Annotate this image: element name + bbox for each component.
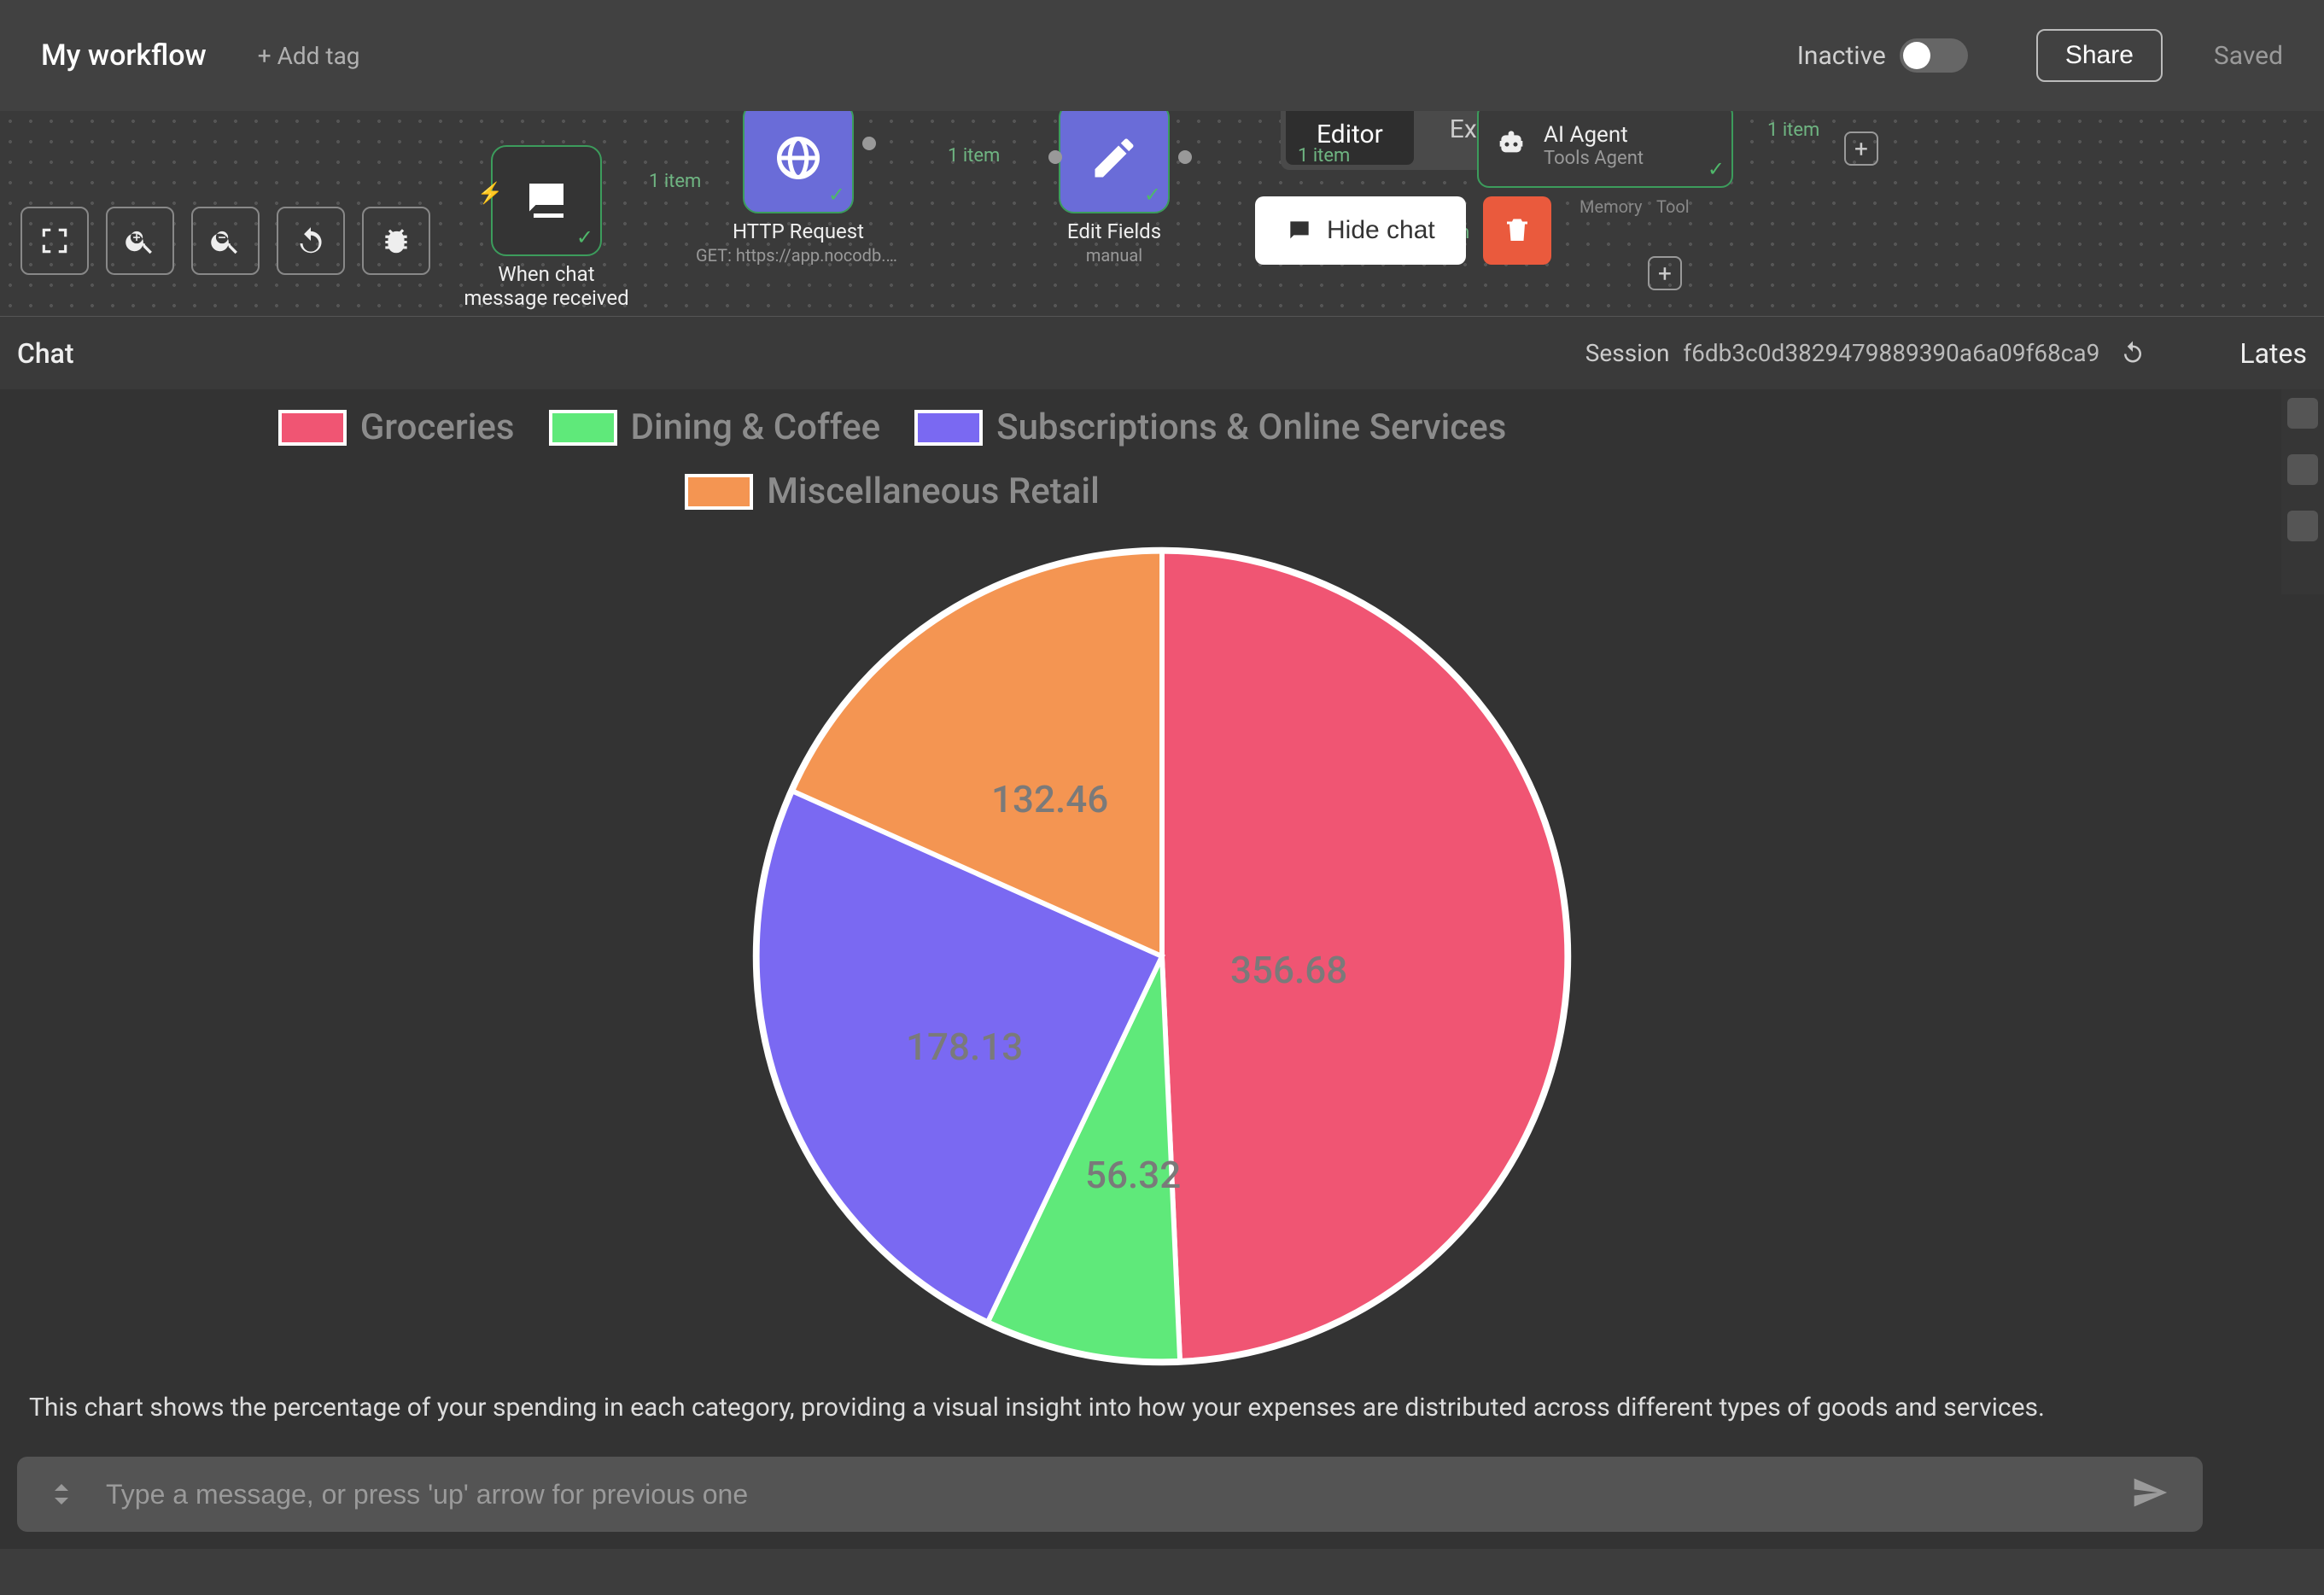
refresh-session-button[interactable]	[2120, 339, 2146, 368]
edge-label: 1 item	[649, 171, 701, 192]
pie-slice-value: 178.13	[906, 1025, 1023, 1069]
legend-label: Miscellaneous Retail	[767, 470, 1100, 512]
pie-slice-value: 56.32	[1085, 1153, 1181, 1197]
expand-icon	[38, 225, 71, 257]
zoom-in-button[interactable]	[106, 207, 174, 275]
legend-label: Subscriptions & Online Services	[996, 406, 1506, 448]
legend-label: Groceries	[360, 406, 515, 448]
app-header: My workflow + Add tag Inactive Share Sav…	[0, 0, 2324, 111]
chat-content: Groceries Dining & Coffee Subscriptions …	[0, 389, 2324, 1440]
session-label: Session	[1585, 339, 1670, 367]
fit-view-button[interactable]	[20, 207, 89, 275]
chat-icon	[521, 175, 572, 226]
legend-item[interactable]: Groceries	[278, 406, 515, 448]
zoom-out-icon	[209, 225, 242, 257]
legend-swatch	[685, 474, 753, 510]
node-subtitle: Tools Agent	[1544, 148, 1644, 169]
check-icon: ✓	[1708, 157, 1725, 181]
hide-chat-button[interactable]: Hide chat	[1255, 196, 1466, 265]
input-port[interactable]	[1048, 150, 1062, 164]
edge-label: 1 item	[1298, 145, 1350, 167]
node-chat-trigger[interactable]: ⚡ ✓ When chat message received	[491, 145, 602, 256]
chat-icon	[1286, 217, 1313, 244]
inactive-label: Inactive	[1797, 41, 1886, 71]
node-label: HTTP Request GET: https://app.nocodb.com…	[696, 219, 901, 266]
node-label: When chat message received	[461, 262, 632, 310]
debug-button[interactable]	[362, 207, 430, 275]
pie-slice-value: 132.46	[991, 777, 1108, 821]
latest-panel-label[interactable]: Lates	[2239, 337, 2307, 370]
node-edit-fields[interactable]: ✓ Edit Fields manual	[1059, 111, 1170, 213]
port-tool[interactable]: Tool	[1656, 196, 1690, 217]
log-sidebar[interactable]	[2281, 389, 2324, 594]
legend-item[interactable]: Subscriptions & Online Services	[914, 406, 1506, 448]
legend-swatch	[278, 410, 347, 446]
active-toggle[interactable]	[1900, 38, 1968, 73]
canvas-toolbar	[20, 207, 430, 275]
undo-button[interactable]	[277, 207, 345, 275]
node-title: HTTP Request	[733, 219, 864, 243]
check-icon: ✓	[1144, 183, 1161, 207]
legend-swatch	[914, 410, 983, 446]
bolt-icon: ⚡	[477, 181, 503, 205]
add-tool-button[interactable]: +	[1648, 256, 1682, 290]
send-button[interactable]	[2131, 1474, 2169, 1515]
robot-icon	[1494, 128, 1528, 162]
trash-icon	[1502, 215, 1533, 246]
add-tag-button[interactable]: + Add tag	[258, 42, 360, 70]
log-item[interactable]	[2287, 398, 2318, 429]
pie-slice-value: 356.68	[1230, 948, 1347, 992]
legend-swatch	[549, 410, 617, 446]
legend-item[interactable]: Dining & Coffee	[549, 406, 881, 448]
zoom-out-button[interactable]	[191, 207, 260, 275]
hide-chat-label: Hide chat	[1327, 216, 1435, 245]
share-button[interactable]: Share	[2036, 29, 2163, 82]
zoom-in-icon	[124, 225, 156, 257]
chat-input-bar	[0, 1440, 2324, 1549]
workflow-title[interactable]: My workflow	[41, 38, 207, 73]
node-subtitle: manual	[1067, 245, 1161, 266]
port-memory[interactable]: Memory	[1580, 196, 1642, 217]
chat-input[interactable]	[106, 1479, 2097, 1510]
node-ai-agent[interactable]: AI Agent Tools Agent ✓	[1477, 111, 1733, 188]
chat-panel-header: Chat Session f6db3c0d3829479889390a6a09f…	[0, 316, 2324, 389]
chat-tab-label[interactable]: Chat	[17, 337, 74, 370]
edge-label: 1 item	[948, 145, 1000, 167]
bug-icon	[380, 225, 412, 257]
chevron-up-icon	[51, 1479, 72, 1494]
session-id: f6db3c0d3829479889390a6a09f68ca9	[1683, 339, 2099, 367]
globe-icon	[773, 132, 824, 184]
legend-label: Dining & Coffee	[631, 406, 881, 448]
workflow-canvas[interactable]: Editor Executions ⚡ ✓ When chat message …	[0, 111, 2324, 316]
saved-status: Saved	[2214, 41, 2283, 71]
history-arrows[interactable]	[51, 1479, 72, 1510]
check-icon: ✓	[828, 183, 845, 207]
edge-label: 1 item	[1767, 120, 1819, 141]
send-icon	[2131, 1474, 2169, 1511]
check-icon: ✓	[576, 225, 593, 249]
pie-chart: 356.68 56.32 178.13 132.46	[744, 538, 1580, 1375]
node-subtitle: GET: https://app.nocodb.com/a...	[696, 245, 901, 266]
add-node-button[interactable]: +	[1844, 131, 1878, 166]
node-title: Edit Fields	[1067, 219, 1161, 243]
node-http-request[interactable]: ✓ HTTP Request GET: https://app.nocodb.c…	[743, 111, 854, 213]
output-port[interactable]	[862, 137, 876, 150]
chart-caption: This chart shows the percentage of your …	[17, 1376, 2057, 1440]
chart-legend: Groceries Dining & Coffee Subscriptions …	[17, 389, 1767, 529]
pencil-icon	[1089, 132, 1140, 184]
undo-icon	[295, 225, 327, 257]
legend-item[interactable]: Miscellaneous Retail	[685, 470, 1100, 512]
chevron-down-icon	[51, 1494, 72, 1510]
refresh-icon	[2120, 339, 2146, 365]
node-label: Edit Fields manual	[1067, 219, 1161, 266]
log-item[interactable]	[2287, 511, 2318, 541]
delete-button[interactable]	[1483, 196, 1551, 265]
output-port[interactable]	[1178, 150, 1192, 164]
log-item[interactable]	[2287, 454, 2318, 485]
node-title: AI Agent	[1544, 122, 1644, 148]
